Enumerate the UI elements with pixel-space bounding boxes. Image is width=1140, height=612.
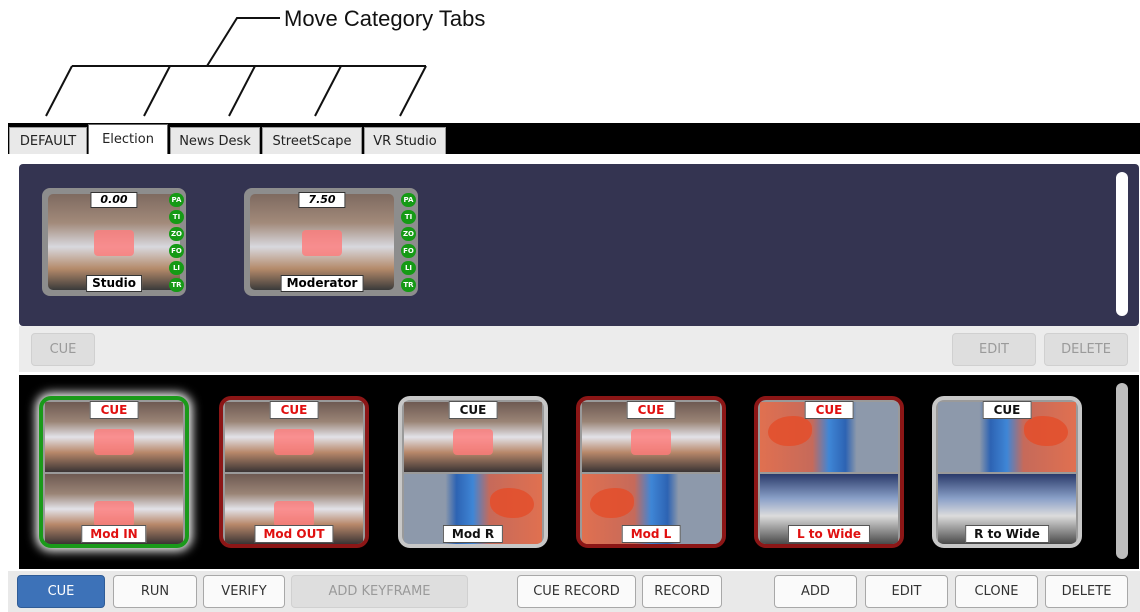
keyframe-panel: CUE Mod IN CUE Mod OUT CUE Mod R CUE Mod… (19, 375, 1139, 569)
keyframe-mod-in[interactable]: CUE Mod IN (39, 396, 189, 548)
camera-control-window: Move Category Tabs DEFAULT Election News… (0, 0, 1140, 612)
verify-button[interactable]: VERIFY (203, 575, 285, 608)
record-button[interactable]: RECORD (642, 575, 722, 608)
cue-record-button[interactable]: CUE RECORD (517, 575, 636, 608)
keyframe-r-to-wide[interactable]: CUE R to Wide (932, 396, 1082, 548)
keyframe-name: Mod IN (81, 525, 147, 543)
badge-focus[interactable]: FO (401, 244, 416, 258)
tab-streetscape[interactable]: StreetScape (262, 127, 362, 154)
keyframe-panel-scrollbar[interactable] (1116, 383, 1128, 559)
add-keyframe-button[interactable]: ADD KEYFRAME (291, 575, 468, 608)
add-button[interactable]: ADD (774, 575, 857, 608)
edit-button[interactable]: EDIT (865, 575, 948, 608)
tab-election[interactable]: Election (88, 124, 168, 154)
keyframe-mod-out[interactable]: CUE Mod OUT (219, 396, 369, 548)
camera-value: 7.50 (298, 192, 346, 208)
badge-tilt[interactable]: TI (401, 210, 416, 224)
badge-track[interactable]: TR (401, 278, 416, 292)
badge-focus[interactable]: FO (169, 244, 184, 258)
keyframe-name: Mod L (621, 525, 681, 543)
badge-tilt[interactable]: TI (169, 210, 184, 224)
camera-panel-scrollbar[interactable] (1116, 172, 1128, 316)
camera-toolbar: CUE EDIT DELETE (19, 326, 1139, 372)
keyframe-cue-label[interactable]: CUE (89, 401, 139, 419)
keyframe-mod-r[interactable]: CUE Mod R (398, 396, 548, 548)
run-button[interactable]: RUN (113, 575, 197, 608)
badge-light[interactable]: LI (169, 261, 184, 275)
tab-news-desk[interactable]: News Desk (170, 127, 260, 154)
badge-track[interactable]: TR (169, 278, 184, 292)
badge-light[interactable]: LI (401, 261, 416, 275)
category-tab-bar: DEFAULT Election News Desk StreetScape V… (8, 123, 1140, 154)
keyframe-cue-label[interactable]: CUE (448, 401, 498, 419)
delete-button[interactable]: DELETE (1045, 575, 1128, 608)
camera-card-studio[interactable]: 0.00 Studio PA TI ZO FO LI TR (42, 188, 186, 296)
keyframe-cue-label[interactable]: CUE (804, 401, 854, 419)
keyframe-name: Mod OUT (254, 525, 334, 543)
keyframe-cue-label[interactable]: CUE (626, 401, 676, 419)
keyframe-mod-l[interactable]: CUE Mod L (576, 396, 726, 548)
callout-bracket (45, 17, 427, 117)
keyframe-cue-label[interactable]: CUE (269, 401, 319, 419)
camera-edit-button[interactable]: EDIT (952, 333, 1036, 366)
cue-button[interactable]: CUE (17, 575, 105, 608)
badge-pan[interactable]: PA (401, 193, 416, 207)
camera-delete-button[interactable]: DELETE (1044, 333, 1128, 366)
badge-pan[interactable]: PA (169, 193, 184, 207)
camera-value: 0.00 (90, 192, 138, 208)
tab-vr-studio[interactable]: VR Studio (364, 127, 446, 154)
camera-cue-button[interactable]: CUE (31, 333, 95, 366)
keyframe-toolbar: CUE RUN VERIFY ADD KEYFRAME CUE RECORD R… (8, 571, 1140, 612)
keyframe-l-to-wide[interactable]: CUE L to Wide (754, 396, 904, 548)
camera-card-moderator[interactable]: 7.50 Moderator PA TI ZO FO LI TR (244, 188, 418, 296)
keyframe-name: Mod R (442, 525, 504, 543)
camera-name: Studio (86, 275, 142, 292)
keyframe-name: R to Wide (965, 525, 1049, 543)
keyframe-name: L to Wide (787, 525, 871, 543)
camera-panel: 0.00 Studio PA TI ZO FO LI TR 7.50 Moder… (19, 164, 1139, 326)
badge-zoom[interactable]: ZO (401, 227, 416, 241)
keyframe-cue-label[interactable]: CUE (982, 401, 1032, 419)
camera-name: Moderator (280, 275, 364, 292)
tab-default[interactable]: DEFAULT (9, 127, 87, 154)
clone-button[interactable]: CLONE (955, 575, 1038, 608)
badge-zoom[interactable]: ZO (169, 227, 184, 241)
